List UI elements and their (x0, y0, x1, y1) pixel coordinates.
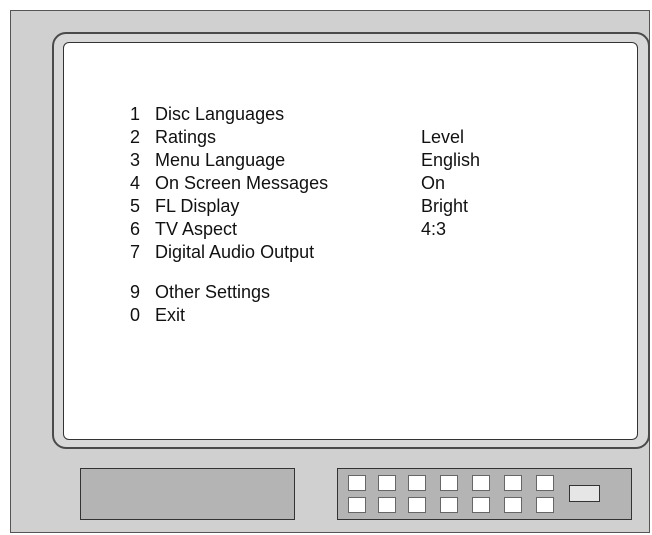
control-button[interactable] (348, 475, 366, 491)
menu-item-value: English (421, 150, 481, 170)
menu-item-label: Exit (155, 305, 186, 325)
menu-item-fl-display[interactable]: 5 FL Display Bright (130, 195, 590, 218)
menu-item-exit[interactable]: 0 Exit (130, 304, 590, 327)
control-button[interactable] (536, 497, 554, 513)
control-button[interactable] (504, 497, 522, 513)
menu-item-disc-languages[interactable]: 1 Disc Languages (130, 103, 590, 126)
menu-item-value: Level (421, 127, 465, 147)
tv-screen: 1 Disc Languages 2 Ratings Level 3 Menu … (63, 42, 638, 440)
menu-item-number: 3 (130, 150, 141, 170)
front-display-panel (80, 468, 295, 520)
menu-item-label: Ratings (155, 127, 217, 147)
menu-item-label: TV Aspect (155, 219, 238, 239)
control-button[interactable] (440, 475, 458, 491)
control-button[interactable] (378, 497, 396, 513)
menu-item-label: Digital Audio Output (155, 242, 315, 262)
control-button[interactable] (348, 497, 366, 513)
control-button[interactable] (408, 475, 426, 491)
control-button[interactable] (378, 475, 396, 491)
menu-item-number: 9 (130, 282, 141, 302)
menu-item-label: FL Display (155, 196, 240, 216)
screen-bezel: 1 Disc Languages 2 Ratings Level 3 Menu … (52, 32, 650, 449)
menu-item-number: 6 (130, 219, 141, 239)
menu-item-number: 7 (130, 242, 141, 262)
menu-item-digital-audio-output[interactable]: 7 Digital Audio Output (130, 241, 590, 264)
menu-item-number: 4 (130, 173, 141, 193)
menu-item-value: Bright (421, 196, 469, 216)
menu-item-number: 2 (130, 127, 141, 147)
menu-item-label: Other Settings (155, 282, 271, 302)
menu-item-number: 5 (130, 196, 141, 216)
control-button[interactable] (472, 475, 490, 491)
menu-item-label: Menu Language (155, 150, 286, 170)
menu-item-ratings[interactable]: 2 Ratings Level (130, 126, 590, 149)
control-button[interactable] (504, 475, 522, 491)
menu-item-tv-aspect[interactable]: 6 TV Aspect 4:3 (130, 218, 590, 241)
menu-item-number: 0 (130, 305, 141, 325)
tv-body: 1 Disc Languages 2 Ratings Level 3 Menu … (10, 10, 650, 533)
menu-item-menu-language[interactable]: 3 Menu Language English (130, 149, 590, 172)
control-panel (337, 468, 632, 520)
menu-item-label: On Screen Messages (155, 173, 329, 193)
menu-item-other-settings[interactable]: 9 Other Settings (130, 281, 590, 304)
control-button[interactable] (408, 497, 426, 513)
control-button[interactable] (472, 497, 490, 513)
menu-item-on-screen-messages[interactable]: 4 On Screen Messages On (130, 172, 590, 195)
setup-menu: 1 Disc Languages 2 Ratings Level 3 Menu … (130, 103, 590, 327)
menu-item-label: Disc Languages (155, 104, 285, 124)
power-button[interactable] (569, 485, 600, 502)
control-button[interactable] (536, 475, 554, 491)
menu-item-number: 1 (130, 104, 141, 124)
menu-item-value: On (421, 173, 446, 193)
control-button[interactable] (440, 497, 458, 513)
menu-item-value: 4:3 (421, 219, 447, 239)
